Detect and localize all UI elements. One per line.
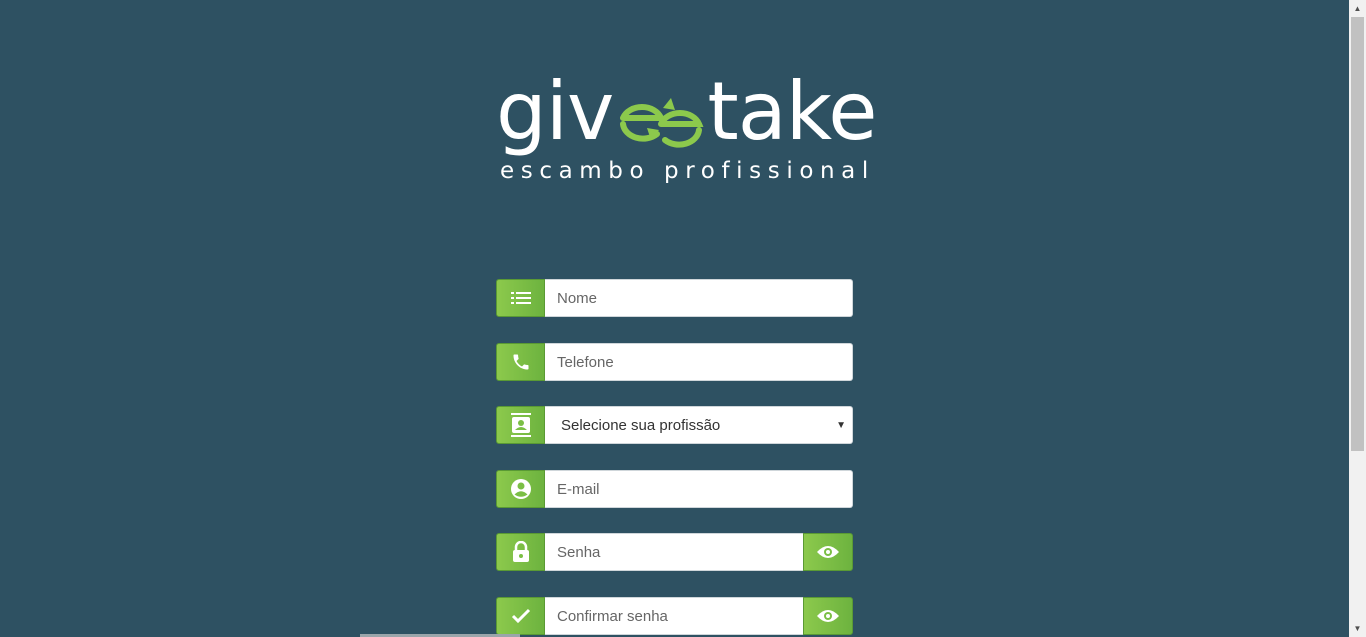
- scroll-thumb[interactable]: [1351, 17, 1364, 451]
- confirm-password-input[interactable]: [557, 607, 803, 625]
- eye-icon: [817, 610, 839, 622]
- phone-input[interactable]: [557, 353, 852, 371]
- signup-page: giv take escambo profissional Nome Telef…: [0, 0, 1366, 637]
- logo-wordmark: giv take: [496, 65, 877, 162]
- password-input[interactable]: [557, 543, 803, 561]
- password-field[interactable]: [545, 533, 803, 571]
- scroll-up-arrow-icon[interactable]: ▲: [1349, 0, 1366, 17]
- email-input[interactable]: [557, 480, 852, 498]
- exchange-arrows-icon: [613, 72, 707, 152]
- profession-select[interactable]: Selecione sua profissão ▼: [545, 406, 853, 444]
- lock-icon: [496, 533, 545, 571]
- list-icon: [496, 279, 545, 317]
- show-confirm-password-button[interactable]: [803, 597, 853, 635]
- caret-down-icon: ▼: [836, 419, 846, 431]
- name-input[interactable]: [557, 289, 852, 307]
- password-row: [496, 533, 853, 571]
- phone-icon: [496, 343, 545, 381]
- logo-tagline: escambo profissional: [500, 158, 875, 184]
- email-field[interactable]: [545, 470, 853, 508]
- scroll-down-arrow-icon[interactable]: ▼: [1349, 620, 1366, 637]
- confirm-password-field[interactable]: [545, 597, 803, 635]
- show-password-button[interactable]: [803, 533, 853, 571]
- giveandtake-logo: giv take escambo profissional: [496, 72, 877, 192]
- eye-icon: [817, 546, 839, 558]
- logo-word-right: take: [707, 65, 877, 158]
- user-circle-icon: [496, 470, 545, 508]
- profession-row: Selecione sua profissão ▼: [496, 406, 853, 444]
- email-row: [496, 470, 853, 508]
- check-icon: [496, 597, 545, 635]
- contact-card-icon: [496, 406, 545, 444]
- name-field[interactable]: [545, 279, 853, 317]
- name-row: [496, 279, 853, 317]
- profession-select-value: Selecione sua profissão: [561, 416, 721, 434]
- logo-word-left: giv: [496, 65, 614, 158]
- vertical-scrollbar[interactable]: ▲ ▼: [1349, 0, 1366, 637]
- phone-row: [496, 343, 853, 381]
- confirm-password-row: [496, 597, 853, 635]
- phone-field[interactable]: [545, 343, 853, 381]
